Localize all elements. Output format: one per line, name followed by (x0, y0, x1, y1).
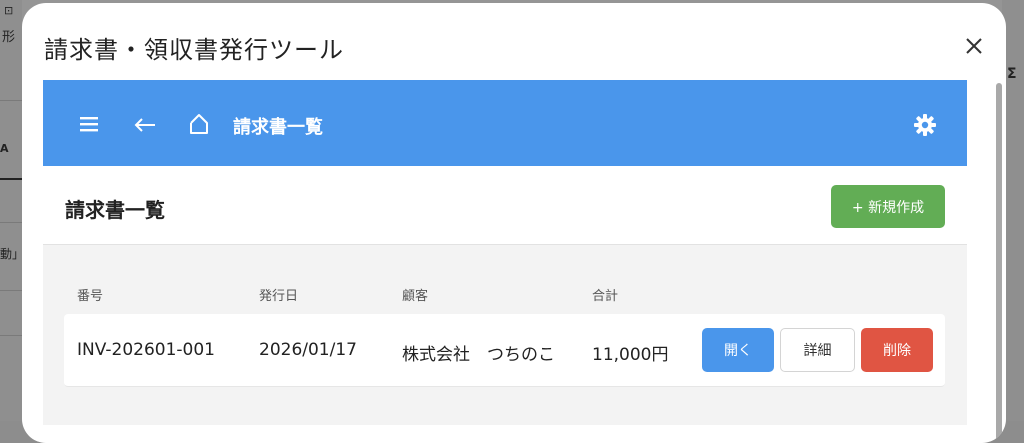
background-divider (0, 335, 22, 336)
background-divider (0, 290, 22, 291)
gear-icon[interactable] (914, 114, 936, 140)
app-topbar: 請求書一覧 (43, 80, 967, 166)
new-invoice-button[interactable]: + 新規作成 (831, 185, 945, 228)
home-icon[interactable] (189, 113, 209, 139)
topbar-title: 請求書一覧 (233, 117, 323, 138)
invoice-number: INV-202601-001 (77, 340, 215, 360)
hamburger-menu-icon[interactable] (80, 116, 98, 136)
invoice-issue-date: 2026/01/17 (259, 340, 357, 360)
background-toolbar-icon: ⊡ (4, 4, 14, 17)
column-header-total: 合計 (592, 289, 619, 304)
tool-modal: 請求書・領収書発行ツール 請求書一覧 請求書一覧 + 新規作成 番号 発行日 顧… (22, 3, 1006, 443)
table-row: INV-202601-001 2026/01/17 株式会社 つちのこ 11,0… (64, 314, 945, 387)
column-header-issue-date: 発行日 (259, 289, 299, 304)
page-title: 請求書一覧 (65, 198, 165, 222)
back-arrow-icon[interactable] (134, 117, 156, 136)
modal-scrollbar[interactable] (996, 83, 1002, 443)
modal-title: 請求書・領収書発行ツール (44, 36, 344, 64)
column-header-number: 番号 (77, 289, 104, 304)
open-button[interactable]: 開く (702, 328, 774, 372)
background-label: 形 (2, 30, 16, 45)
column-header-customer: 顧客 (402, 289, 429, 304)
background-divider (0, 100, 22, 101)
background-left-panel: ⊡ 形 A 動」 (0, 0, 25, 421)
background-divider (0, 222, 22, 223)
invoice-total: 11,000円 (592, 345, 669, 365)
sum-icon: Σ (1007, 66, 1017, 82)
background-column-label: A (0, 142, 9, 155)
delete-button[interactable]: 削除 (861, 328, 933, 372)
invoice-customer: 株式会社 つちのこ (402, 345, 555, 365)
page-header: 請求書一覧 + 新規作成 (43, 166, 967, 245)
detail-button[interactable]: 詳細 (780, 328, 855, 372)
app-frame: 請求書一覧 請求書一覧 + 新規作成 番号 発行日 顧客 合計 INV-2026… (43, 80, 967, 425)
background-divider (0, 178, 22, 180)
close-icon[interactable] (963, 35, 985, 57)
background-cell-text: 動」 (0, 247, 25, 261)
